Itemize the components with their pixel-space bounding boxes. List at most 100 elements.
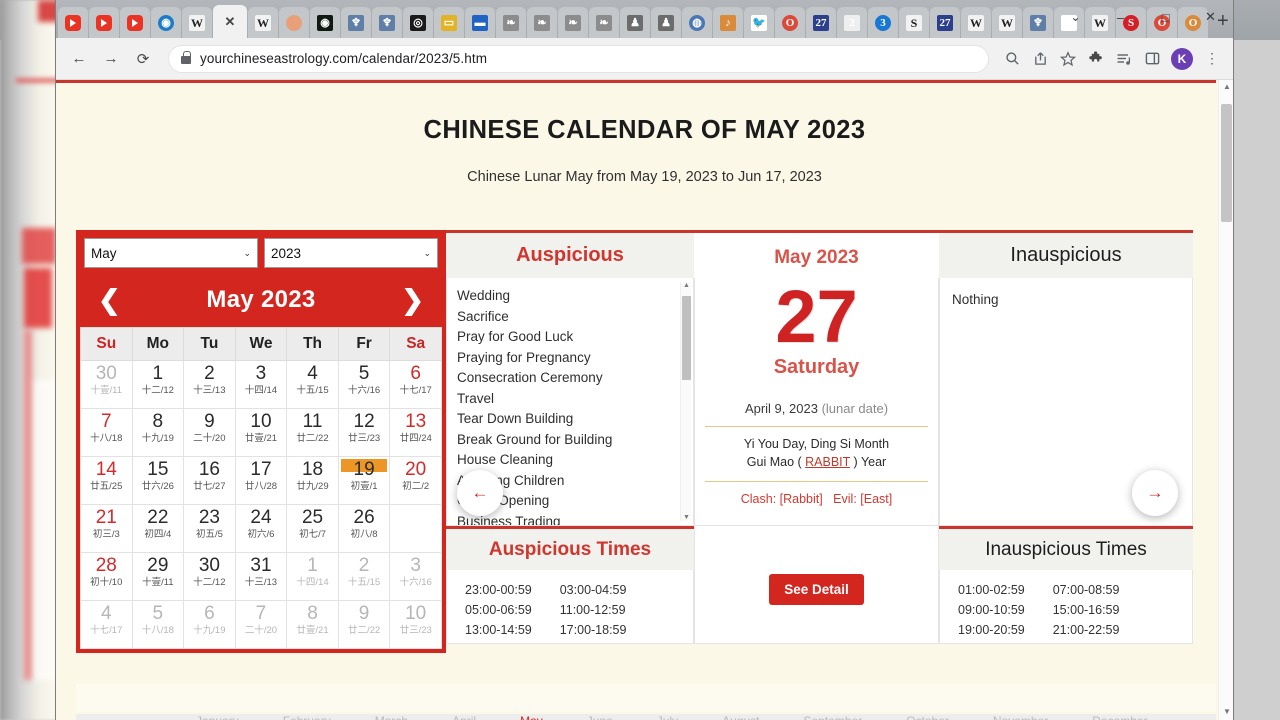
- close-icon[interactable]: ✕: [225, 14, 236, 30]
- calendar-day-cell[interactable]: 9 二十/20: [183, 408, 236, 457]
- calendar-day-cell[interactable]: 22 初四/4: [131, 504, 185, 553]
- bottom-month-link[interactable]: September: [804, 714, 863, 720]
- browser-tab[interactable]: 27: [806, 7, 836, 38]
- back-button[interactable]: ←: [64, 44, 94, 74]
- calendar-day-cell[interactable]: 7 二十/20: [234, 600, 288, 649]
- calendar-day-cell[interactable]: 15 廿六/26: [131, 456, 185, 505]
- calendar-day-cell[interactable]: 4 十七/17: [80, 600, 133, 649]
- calendar-day-cell[interactable]: 2 十五/15: [337, 552, 391, 601]
- calendar-day-cell[interactable]: 6 十七/17: [389, 360, 442, 409]
- auspicious-scrollbar[interactable]: ▲ ▼: [680, 282, 691, 521]
- calendar-day-cell[interactable]: 8 十九/19: [131, 408, 185, 457]
- calendar-day-cell[interactable]: 8 廿壹/21: [286, 600, 339, 649]
- bottom-month-link[interactable]: October: [906, 714, 949, 720]
- calendar-day-cell[interactable]: 11 廿二/22: [286, 408, 339, 457]
- browser-tab[interactable]: ♆: [372, 7, 402, 38]
- zodiac-link[interactable]: RABBIT: [805, 455, 850, 469]
- bottom-month-link[interactable]: February: [283, 714, 331, 720]
- calendar-day-cell[interactable]: 30 十二/12: [183, 552, 236, 601]
- minimize-button[interactable]: –: [1098, 0, 1143, 34]
- bottom-month-link[interactable]: January: [196, 714, 239, 720]
- scroll-down-icon[interactable]: ▼: [683, 514, 690, 521]
- browser-tab[interactable]: ♟: [620, 7, 650, 38]
- calendar-day-cell[interactable]: 5 十八/18: [131, 600, 185, 649]
- browser-tab[interactable]: ♟: [651, 7, 681, 38]
- browser-tab[interactable]: ♪: [713, 7, 743, 38]
- bottom-month-link[interactable]: March: [375, 714, 408, 720]
- browser-menu-button[interactable]: ⋮: [1199, 46, 1225, 72]
- bookmark-star-icon[interactable]: [1055, 46, 1081, 72]
- calendar-day-cell[interactable]: 12 廿三/23: [337, 408, 391, 457]
- forward-button[interactable]: →: [96, 44, 126, 74]
- browser-tab[interactable]: ♆: [341, 7, 371, 38]
- browser-tab[interactable]: ▬: [465, 7, 495, 38]
- calendar-day-cell[interactable]: 29 十壹/11: [131, 552, 185, 601]
- browser-tab[interactable]: [279, 7, 309, 38]
- zoom-search-icon[interactable]: [999, 46, 1025, 72]
- calendar-day-cell[interactable]: 31 十三/13: [234, 552, 288, 601]
- calendar-day-cell[interactable]: 20 初二/2: [389, 456, 442, 505]
- scroll-up-icon[interactable]: ▲: [1223, 82, 1231, 91]
- profile-avatar[interactable]: K: [1171, 47, 1193, 70]
- year-select[interactable]: 2023 ⌄: [264, 238, 438, 268]
- previous-day-button[interactable]: ←: [457, 470, 503, 516]
- side-panel-icon[interactable]: [1139, 46, 1165, 72]
- scroll-up-icon[interactable]: ▲: [683, 282, 690, 289]
- reload-button[interactable]: ⟳: [128, 44, 158, 74]
- browser-tab[interactable]: [120, 7, 150, 38]
- calendar-day-cell[interactable]: 5 十六/16: [337, 360, 391, 409]
- see-detail-button[interactable]: See Detail: [769, 574, 864, 605]
- browser-tab[interactable]: ◎: [403, 7, 433, 38]
- bottom-month-link[interactable]: August: [722, 714, 759, 720]
- browser-tab[interactable]: ❧: [496, 7, 526, 38]
- scrollbar-thumb[interactable]: [682, 296, 691, 380]
- browser-tab[interactable]: ▭: [434, 7, 464, 38]
- browser-tab[interactable]: 27: [930, 7, 960, 38]
- browser-tab[interactable]: ❧: [558, 7, 588, 38]
- reading-list-icon[interactable]: [1111, 46, 1137, 72]
- calendar-day-cell[interactable]: 7 十八/18: [80, 408, 133, 457]
- browser-tab[interactable]: ◉: [310, 7, 340, 38]
- month-select[interactable]: May ⌄: [84, 238, 258, 268]
- calendar-day-cell[interactable]: 27 初九/9: [389, 504, 442, 553]
- browser-tab[interactable]: W: [182, 7, 212, 38]
- extensions-puzzle-icon[interactable]: [1083, 46, 1109, 72]
- browser-tab[interactable]: ◍: [682, 7, 712, 38]
- browser-tab[interactable]: ♆: [1023, 7, 1053, 38]
- tab-search-chevron-icon[interactable]: ⌄: [1053, 0, 1098, 34]
- calendar-day-cell[interactable]: 3 十四/14: [234, 360, 288, 409]
- calendar-day-cell[interactable]: 13 廿四/24: [389, 408, 442, 457]
- browser-tab[interactable]: W: [248, 7, 278, 38]
- close-window-button[interactable]: ✕: [1188, 0, 1233, 34]
- calendar-day-cell[interactable]: 10 廿三/23: [389, 600, 442, 649]
- browser-tab[interactable]: [58, 7, 88, 38]
- calendar-day-cell[interactable]: 16 廿七/27: [183, 456, 236, 505]
- browser-tab[interactable]: ❧: [589, 7, 619, 38]
- browser-tab[interactable]: ✕: [213, 5, 247, 38]
- bottom-month-link[interactable]: November: [993, 714, 1048, 720]
- calendar-day-cell[interactable]: 17 廿八/28: [234, 456, 288, 505]
- bottom-month-link[interactable]: June: [587, 714, 613, 720]
- calendar-day-cell[interactable]: 1 十四/14: [286, 552, 339, 601]
- browser-tab[interactable]: [89, 7, 119, 38]
- calendar-day-cell[interactable]: 24 初六/6: [234, 504, 288, 553]
- calendar-day-cell[interactable]: 21 初三/3: [80, 504, 133, 553]
- next-month-icon[interactable]: ❯: [401, 286, 424, 314]
- calendar-day-cell[interactable]: 10 廿壹/21: [234, 408, 288, 457]
- bottom-month-link[interactable]: May: [520, 714, 543, 720]
- calendar-day-cell[interactable]: 1 十二/12: [131, 360, 185, 409]
- bottom-month-link[interactable]: April: [452, 714, 476, 720]
- calendar-day-cell[interactable]: 23 初五/5: [183, 504, 236, 553]
- calendar-day-cell[interactable]: 25 初七/7: [286, 504, 339, 553]
- page-scrollbar-thumb[interactable]: [1221, 104, 1232, 222]
- share-icon[interactable]: [1027, 46, 1053, 72]
- calendar-day-cell[interactable]: 9 廿二/22: [337, 600, 391, 649]
- maximize-button[interactable]: □: [1143, 0, 1188, 34]
- bottom-month-link[interactable]: July: [657, 714, 678, 720]
- browser-tab[interactable]: 3: [868, 7, 898, 38]
- calendar-day-cell[interactable]: 2 十三/13: [183, 360, 236, 409]
- calendar-day-cell[interactable]: 4 十五/15: [286, 360, 339, 409]
- bottom-month-link[interactable]: December: [1092, 714, 1147, 720]
- browser-tab[interactable]: S: [899, 7, 929, 38]
- page-scrollbar[interactable]: ▲ ▼: [1218, 80, 1233, 720]
